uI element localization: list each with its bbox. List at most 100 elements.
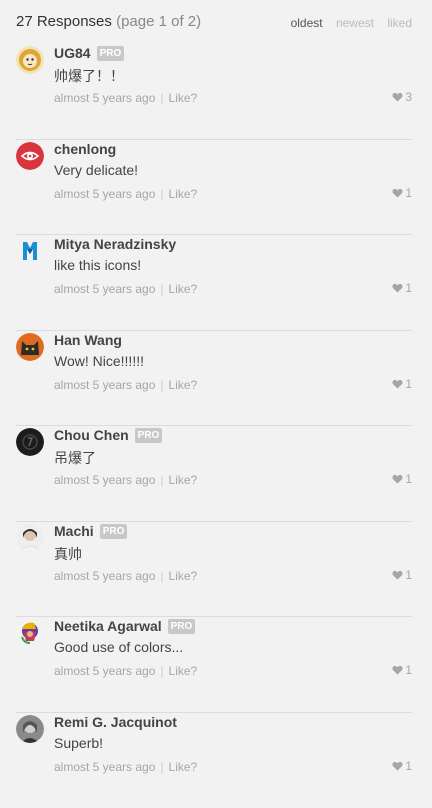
likes-count[interactable]: 3	[392, 90, 412, 104]
timestamp: almost 5 years ago	[54, 473, 155, 487]
response-item: Mitya Neradzinsky like this icons! almos…	[0, 235, 432, 331]
likes-count[interactable]: 1	[392, 377, 412, 391]
user-name-link[interactable]: chenlong	[54, 141, 116, 157]
likes-count[interactable]: 1	[392, 281, 412, 295]
user-name-link[interactable]: Machi	[54, 523, 94, 539]
like-link[interactable]: Like?	[169, 760, 198, 774]
response-meta: almost 5 years ago | Like?	[54, 187, 197, 201]
response-item: chenlong Very delicate! almost 5 years a…	[0, 140, 432, 236]
likes-number: 1	[405, 759, 412, 773]
responses-list: UG84PRO 帅爆了！！ almost 5 years ago|Like? 3…	[0, 44, 432, 808]
comment-text: Good use of colors...	[54, 639, 183, 655]
name-line: chenlong	[54, 141, 116, 159]
comment-text: 吊爆了	[54, 448, 96, 468]
separator: |	[160, 187, 163, 201]
likes-count[interactable]: 1	[392, 472, 412, 486]
separator: |	[160, 664, 163, 678]
heart-icon	[392, 186, 405, 200]
response-meta: almost 5 years ago|Like?	[54, 378, 197, 392]
like-link[interactable]: Like?	[169, 187, 198, 201]
name-line: Remi G. Jacquinot	[54, 714, 177, 732]
like-link[interactable]: Like?	[169, 91, 198, 105]
user-avatar[interactable]	[16, 333, 44, 361]
name-line: Chou Chen PRO	[54, 427, 162, 445]
user-name-link[interactable]: Chou Chen	[54, 427, 129, 443]
sort-options: oldest newest liked	[281, 16, 412, 30]
sort-oldest-link[interactable]: oldest	[291, 16, 323, 30]
separator: |	[160, 473, 163, 487]
separator: |	[160, 760, 163, 774]
responses-count: 27 Responses (page 1 of 2)	[16, 13, 201, 30]
response-meta: almost 5 years ago | Like?	[54, 91, 197, 105]
heart-icon	[392, 759, 405, 773]
comment-text: 真帅	[54, 544, 82, 564]
likes-number: 3	[405, 90, 412, 104]
like-link[interactable]: Like?	[169, 282, 198, 296]
sort-newest-link[interactable]: newest	[336, 16, 374, 30]
response-meta: almost 5 years ago | Like?	[54, 282, 197, 296]
separator: |	[160, 282, 163, 296]
user-name-link[interactable]: Neetika Agarwal	[54, 618, 162, 634]
likes-count[interactable]: 1	[392, 759, 412, 773]
user-avatar[interactable]	[16, 142, 44, 170]
like-link[interactable]: Like?	[169, 473, 198, 487]
response-meta: almost 5 years ago | Like?	[54, 664, 197, 678]
heart-icon	[392, 377, 405, 391]
heart-icon	[392, 281, 405, 295]
timestamp: almost 5 years ago	[54, 282, 155, 296]
user-avatar[interactable]	[16, 428, 44, 456]
response-meta: almost 5 years ago|Like?	[54, 569, 197, 583]
user-avatar[interactable]	[16, 46, 44, 74]
user-avatar[interactable]	[16, 619, 44, 647]
heart-icon	[392, 472, 405, 486]
pro-badge: PRO	[135, 428, 163, 443]
likes-number: 1	[405, 472, 412, 486]
user-name-link[interactable]: UG84	[54, 45, 91, 61]
timestamp: almost 5 years ago	[54, 664, 155, 678]
comment-text: like this icons!	[54, 257, 141, 273]
like-link[interactable]: Like?	[169, 569, 198, 583]
name-line: Machi PRO	[54, 523, 127, 541]
comment-text: Wow! Nice!!!!!!	[54, 353, 144, 369]
response-meta: almost 5 years ago | Like?	[54, 473, 197, 487]
response-item: Machi PRO 真帅 almost 5 years ago|Like? 1	[0, 522, 432, 618]
user-name-link[interactable]: Han Wang	[54, 332, 122, 348]
user-avatar[interactable]	[16, 237, 44, 265]
response-item: Remi G. Jacquinot Superb! almost 5 years…	[0, 713, 432, 808]
user-avatar[interactable]	[16, 524, 44, 552]
likes-number: 1	[405, 663, 412, 677]
comment-text: Very delicate!	[54, 162, 138, 178]
heart-icon	[392, 663, 405, 677]
likes-number: 1	[405, 568, 412, 582]
timestamp: almost 5 years ago	[54, 378, 155, 392]
name-line: UG84 PRO	[54, 45, 124, 63]
pro-badge: PRO	[97, 46, 125, 61]
sort-liked-link[interactable]: liked	[387, 16, 412, 30]
timestamp: almost 5 years ago	[54, 91, 155, 105]
heart-icon	[392, 90, 405, 104]
timestamp: almost 5 years ago	[54, 187, 155, 201]
name-line: Neetika AgarwalPRO	[54, 618, 195, 636]
response-meta: almost 5 years ago | Like?	[54, 760, 197, 774]
like-link[interactable]: Like?	[169, 378, 198, 392]
pro-badge: PRO	[100, 524, 128, 539]
user-name-link[interactable]: Mitya Neradzinsky	[54, 236, 176, 252]
user-avatar[interactable]	[16, 715, 44, 743]
separator: |	[160, 91, 163, 105]
likes-number: 1	[405, 186, 412, 200]
responses-header: 27 Responses (page 1 of 2) oldest newest…	[0, 0, 432, 44]
user-name-link[interactable]: Remi G. Jacquinot	[54, 714, 177, 730]
responses-count-label: 27 Responses	[16, 13, 112, 30]
comment-text: Superb!	[54, 735, 103, 751]
likes-number: 1	[405, 281, 412, 295]
likes-count[interactable]: 1	[392, 186, 412, 200]
response-item: Neetika AgarwalPRO Good use of colors...…	[0, 617, 432, 713]
response-item: Chou Chen PRO 吊爆了 almost 5 years ago | Like…	[0, 426, 432, 522]
page-indicator: (page 1 of 2)	[116, 13, 201, 30]
response-item: UG84PRO 帅爆了！！ almost 5 years ago|Like? 3	[0, 44, 432, 140]
likes-count[interactable]: 1	[392, 568, 412, 582]
timestamp: almost 5 years ago	[54, 760, 155, 774]
like-link[interactable]: Like?	[169, 664, 198, 678]
likes-count[interactable]: 1	[392, 663, 412, 677]
heart-icon	[392, 568, 405, 582]
